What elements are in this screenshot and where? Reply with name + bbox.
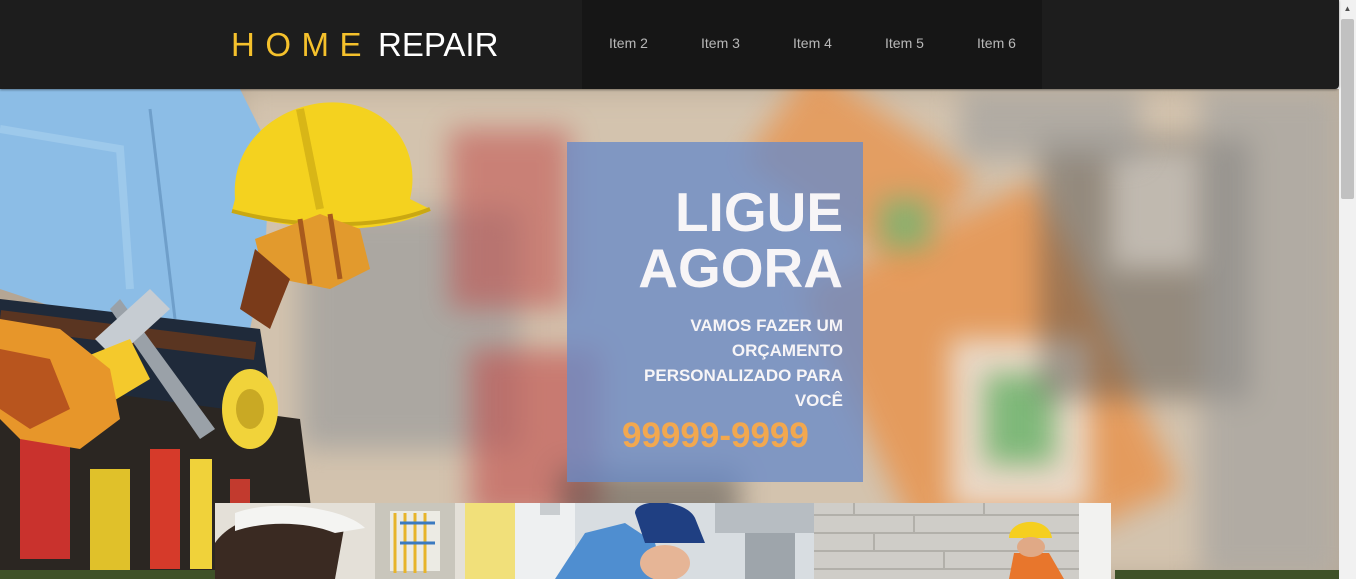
cta-title: LIGUE AGORA: [638, 181, 843, 299]
page-scrollbar[interactable]: ▲: [1339, 0, 1356, 579]
phone-number[interactable]: 99999-9999: [622, 416, 809, 456]
scrollbar-thumb[interactable]: [1341, 19, 1354, 199]
site-logo[interactable]: HOME REPAIR: [231, 27, 498, 63]
scroll-up-arrow-icon[interactable]: ▲: [1339, 0, 1356, 17]
cta-subtitle: VAMOS FAZER UM ORÇAMENTO PERSONALIZADO P…: [644, 316, 843, 410]
nav-item-3[interactable]: Item 3: [701, 35, 740, 51]
logo-word-home: HOME: [231, 26, 372, 63]
nav-item-6[interactable]: Item 6: [977, 35, 1016, 51]
service-image-electrician[interactable]: [215, 503, 515, 579]
nav-item-4[interactable]: Item 4: [793, 35, 832, 51]
cta-panel: LIGUE AGORA VAMOS FAZER UM ORÇAMENTO PER…: [567, 142, 863, 482]
hero-banner: LIGUE AGORA VAMOS FAZER UM ORÇAMENTO PER…: [0, 89, 1339, 579]
service-image-plumber[interactable]: [515, 503, 814, 579]
nav-item-2[interactable]: Item 2: [609, 35, 648, 51]
service-image-mason[interactable]: [814, 503, 1111, 579]
site-header: HOME REPAIR Item 2 Item 3 Item 4 Item 5 I…: [0, 0, 1339, 89]
section-band-left: [0, 570, 215, 579]
service-thumbnails: [215, 503, 1115, 579]
nav-item-5[interactable]: Item 5: [885, 35, 924, 51]
section-band-right: [1115, 570, 1339, 579]
main-nav: Item 2 Item 3 Item 4 Item 5 Item 6: [582, 0, 1042, 89]
logo-word-repair: REPAIR: [378, 26, 499, 63]
